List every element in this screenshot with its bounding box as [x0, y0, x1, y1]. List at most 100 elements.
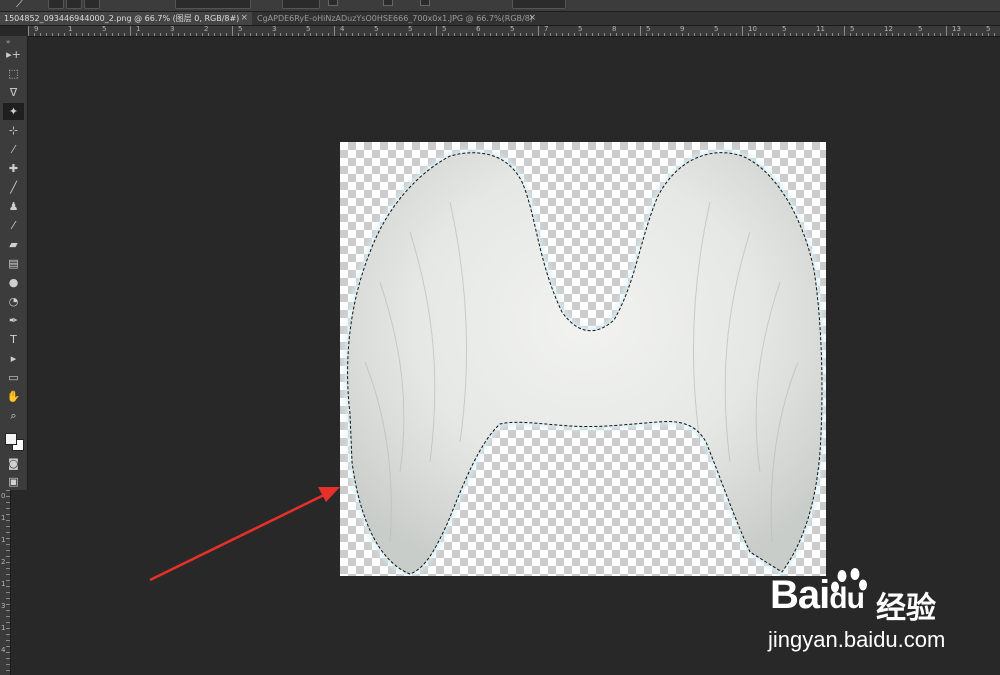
ruler-tick — [322, 33, 323, 36]
blur-tool-icon[interactable]: ● — [3, 274, 24, 291]
zoom-tool-icon[interactable]: ⌕ — [3, 407, 24, 424]
ruler-tick — [118, 33, 119, 36]
watermark-product: 经验 — [876, 591, 936, 626]
ruler-tick — [6, 670, 10, 671]
ruler-tick — [514, 33, 515, 36]
ruler-tick — [802, 33, 803, 36]
ruler-tick — [838, 33, 839, 36]
ruler-tick — [778, 33, 779, 36]
hand-tool-icon[interactable]: ✋ — [3, 388, 24, 405]
magic-wand-tool-icon[interactable]: ✦ — [3, 103, 24, 120]
ruler-number: 12 — [884, 26, 893, 33]
path-selection-tool-icon[interactable]: ▸ — [3, 350, 24, 367]
ruler-tick — [868, 33, 869, 36]
ruler-number: 1 — [136, 26, 141, 33]
magic-wand-tool-icon[interactable]: ⟋ — [16, 0, 24, 11]
shape-tool-icon[interactable]: ▭ — [3, 369, 24, 386]
tab-document-2[interactable]: CgAPDE6RyE-oHiNzADuzYsO0HSE666_700x0x1.J… — [253, 12, 540, 25]
ruler-tick — [952, 33, 953, 36]
ruler-tick — [130, 26, 131, 36]
ruler-tick — [6, 652, 10, 653]
ruler-tick — [748, 33, 749, 36]
ruler-tick — [628, 33, 629, 36]
ruler-tick — [298, 33, 299, 36]
ruler-tick — [28, 26, 29, 36]
ruler-number: 5 — [238, 26, 243, 33]
ruler-number: 0 — [1, 492, 6, 500]
quick-mask-icon[interactable]: ◙ — [3, 455, 24, 472]
screen-mode-icon[interactable]: ▣ — [3, 473, 24, 490]
gradient-tool-icon[interactable]: ▤ — [3, 255, 24, 272]
add-selection-button[interactable] — [66, 0, 82, 9]
dodge-tool-icon[interactable]: ◔ — [3, 293, 24, 310]
subtract-selection-button[interactable] — [84, 0, 100, 9]
document-canvas[interactable] — [340, 142, 826, 576]
ruler-number: 5 — [578, 26, 583, 33]
brush-tool-icon[interactable]: ╱ — [3, 179, 24, 196]
ruler-tick — [676, 33, 677, 36]
ruler-tick — [6, 502, 10, 503]
ruler-tick — [6, 550, 10, 551]
pen-tool-icon[interactable]: ✒ — [3, 312, 24, 329]
ruler-tick — [244, 33, 245, 36]
ruler-tick — [6, 508, 10, 509]
tab-document-1[interactable]: 1504852_093446944000_2.png @ 66.7% (图层 0… — [0, 12, 252, 25]
eraser-tool-icon[interactable]: ▰ — [3, 236, 24, 253]
ruler-tick — [706, 33, 707, 36]
anti-alias-checkbox[interactable] — [328, 0, 338, 6]
eyedropper-tool-icon[interactable]: ⁄ — [3, 141, 24, 158]
ruler-tick — [6, 616, 10, 617]
tolerance-input[interactable] — [282, 0, 320, 9]
refine-edge-button[interactable] — [512, 0, 566, 9]
ruler-number: 11 — [816, 26, 825, 33]
type-tool-icon[interactable]: T — [3, 331, 24, 348]
ruler-tick — [580, 33, 581, 36]
ruler-tick — [598, 33, 599, 36]
ruler-tick — [466, 33, 467, 36]
sample-all-layers-checkbox[interactable] — [420, 0, 430, 6]
ruler-tick — [268, 33, 269, 36]
ruler-tick — [640, 26, 641, 36]
ruler-tick — [736, 33, 737, 36]
close-icon[interactable]: × — [240, 12, 248, 25]
ruler-number: 13 — [952, 26, 961, 33]
ruler-tick — [316, 33, 317, 36]
close-icon[interactable]: × — [528, 12, 536, 25]
healing-brush-tool-icon[interactable]: ✚ — [3, 160, 24, 177]
tab-label: CgAPDE6RyE-oHiNzADuzYsO0HSE666_700x0x1.J… — [257, 14, 533, 23]
ruler-tick — [934, 33, 935, 36]
ruler-tick — [286, 33, 287, 36]
ruler-number: 5 — [918, 26, 923, 33]
ruler-tick — [880, 33, 881, 36]
ruler-tick — [160, 33, 161, 36]
clone-stamp-tool-icon[interactable]: ♟ — [3, 198, 24, 215]
contiguous-checkbox[interactable] — [383, 0, 393, 6]
ruler-tick — [520, 33, 521, 36]
ruler-tick — [556, 33, 557, 36]
ruler-tick — [790, 33, 791, 36]
watermark-bai: Bai — [770, 573, 830, 617]
ruler-number: 8 — [612, 26, 617, 33]
panel-collapse-icon[interactable]: » — [6, 38, 10, 46]
ruler-tick — [976, 33, 977, 36]
history-brush-tool-icon[interactable]: ⁄ — [3, 217, 24, 234]
ruler-tick — [328, 33, 329, 36]
ruler-tick — [34, 33, 35, 36]
sample-size-select[interactable] — [175, 0, 251, 9]
ruler-tick — [964, 33, 965, 36]
crop-tool-icon[interactable]: ⊹ — [3, 122, 24, 139]
move-tool-icon[interactable]: ▸+ — [3, 46, 24, 63]
new-selection-button[interactable] — [48, 0, 64, 9]
ruler-tick — [346, 33, 347, 36]
horizontal-ruler[interactable]: 9151325354555657585951051151251351451551… — [28, 26, 1000, 37]
vertical-ruler[interactable]: 0 1 1 2 1 3 1 4 — [0, 490, 11, 675]
ruler-number: 5 — [850, 26, 855, 33]
marquee-tool-icon[interactable]: ⬚ — [3, 65, 24, 82]
foreground-color-swatch[interactable] — [5, 433, 17, 445]
ruler-tick — [6, 622, 10, 623]
ruler-number: 5 — [646, 26, 651, 33]
ruler-tick — [6, 598, 10, 599]
ruler-tick — [334, 26, 335, 36]
ruler-tick — [184, 33, 185, 36]
lasso-tool-icon[interactable]: ᐁ — [3, 84, 24, 101]
